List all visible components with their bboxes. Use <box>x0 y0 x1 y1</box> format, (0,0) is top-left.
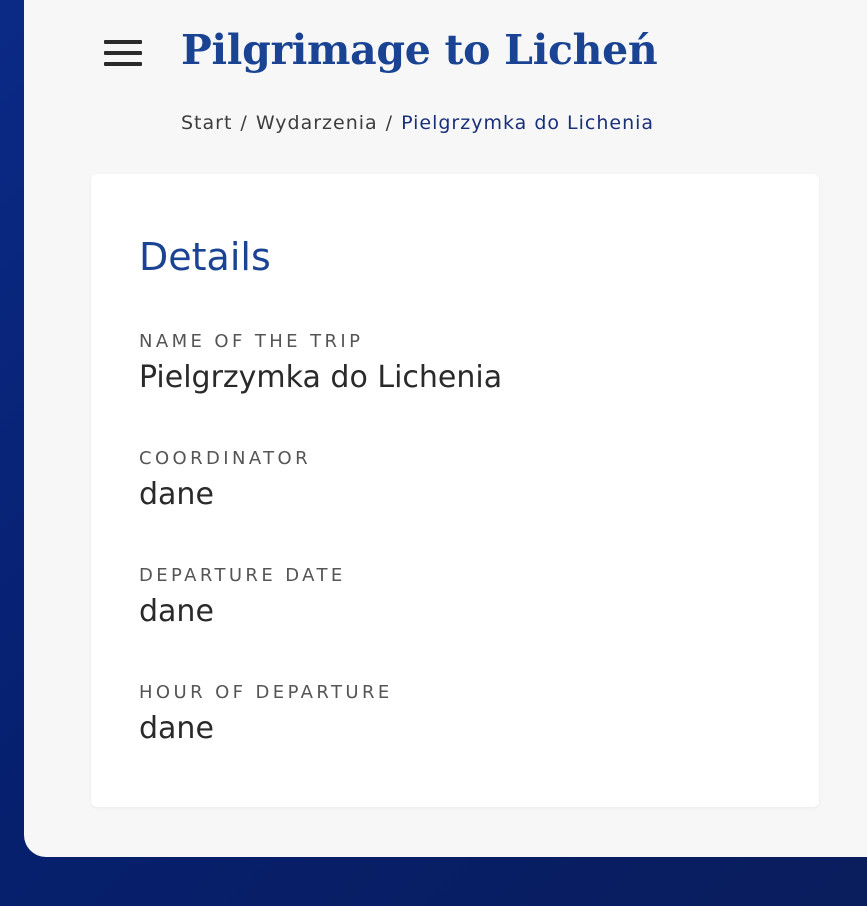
breadcrumb-separator: / <box>385 112 394 134</box>
field-departure-date: DEPARTURE DATE dane <box>139 565 346 631</box>
menu-bar-top <box>104 40 142 44</box>
field-label: HOUR OF DEPARTURE <box>139 682 393 703</box>
menu-bar-bottom <box>104 62 142 66</box>
field-label: DEPARTURE DATE <box>139 565 346 586</box>
breadcrumb-separator: / <box>240 112 248 134</box>
field-value: dane <box>139 711 214 746</box>
field-value: Pielgrzymka do Lichenia <box>139 360 503 395</box>
field-label: NAME OF THE TRIP <box>139 331 364 352</box>
details-title: Details <box>139 235 271 279</box>
page-title: Pilgrimage to Licheń <box>181 26 658 74</box>
field-coordinator: COORDINATOR dane <box>139 448 311 514</box>
details-card: Details NAME OF THE TRIP Pielgrzymka do … <box>91 174 819 807</box>
hamburger-menu-icon[interactable] <box>104 40 142 68</box>
breadcrumb-link-start[interactable]: Start <box>181 112 232 134</box>
field-value: dane <box>139 594 214 629</box>
breadcrumb-link-events[interactable]: Wydarzenia <box>256 112 378 134</box>
field-label: COORDINATOR <box>139 448 312 469</box>
breadcrumb-current: Pielgrzymka do Lichenia <box>401 112 655 134</box>
breadcrumb: Start / Wydarzenia / Pielgrzymka do Lichenia <box>181 110 654 136</box>
field-departure-hour: HOUR OF DEPARTURE dane <box>139 682 393 748</box>
field-value: dane <box>139 477 214 512</box>
field-trip-name: NAME OF THE TRIP Pielgrzymka do Lichenia <box>139 331 502 397</box>
main-panel: Pilgrimage to Licheń Start / Wydarzenia / Pi… <box>24 0 867 857</box>
menu-bar-middle <box>104 51 142 55</box>
